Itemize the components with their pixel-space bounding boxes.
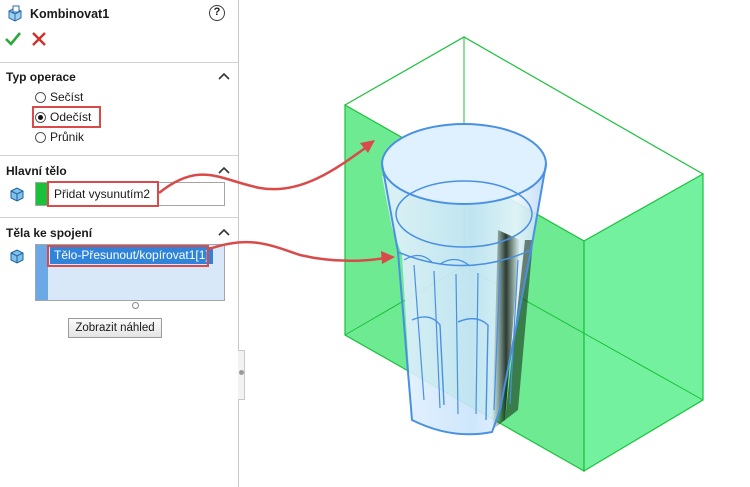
- radio-add[interactable]: Sečíst: [35, 89, 83, 105]
- panel-splitter[interactable]: [238, 350, 245, 400]
- divider: [0, 155, 238, 156]
- graphics-viewport[interactable]: [245, 0, 750, 487]
- panel-title: Kombinovat1: [30, 7, 110, 21]
- property-manager-panel: Kombinovat1 ? Typ operace Sečíst Odečíst…: [0, 0, 239, 487]
- ok-button[interactable]: [5, 30, 21, 48]
- radio-intersect-button[interactable]: [35, 131, 46, 143]
- solid-bodies-icon: [10, 249, 24, 264]
- list-resize-handle[interactable]: [132, 302, 139, 309]
- join-bodies-title: Těla ke spojení: [6, 226, 93, 240]
- solid-body-icon: [10, 187, 24, 202]
- combine-feature-icon: [8, 5, 22, 22]
- radio-intersect[interactable]: Průnik: [35, 129, 84, 145]
- operation-type-title: Typ operace: [6, 70, 76, 84]
- collapse-join-bodies-icon[interactable]: [218, 227, 230, 237]
- main-body-title: Hlavní tělo: [6, 164, 67, 178]
- radio-add-label: Sečíst: [50, 90, 84, 104]
- help-button[interactable]: ?: [209, 5, 225, 21]
- main-body-highlight-box: [47, 181, 159, 207]
- collapse-main-body-icon[interactable]: [218, 165, 230, 175]
- divider: [0, 217, 238, 218]
- radio-add-button[interactable]: [35, 91, 46, 103]
- cancel-button[interactable]: [31, 31, 47, 47]
- subtract-highlight-box: [32, 106, 101, 128]
- collapse-operation-icon[interactable]: [218, 71, 230, 81]
- radio-intersect-label: Průnik: [50, 130, 85, 144]
- divider: [0, 62, 238, 63]
- show-preview-button[interactable]: Zobrazit náhled: [68, 318, 162, 338]
- join-body-highlight-box: [47, 245, 209, 267]
